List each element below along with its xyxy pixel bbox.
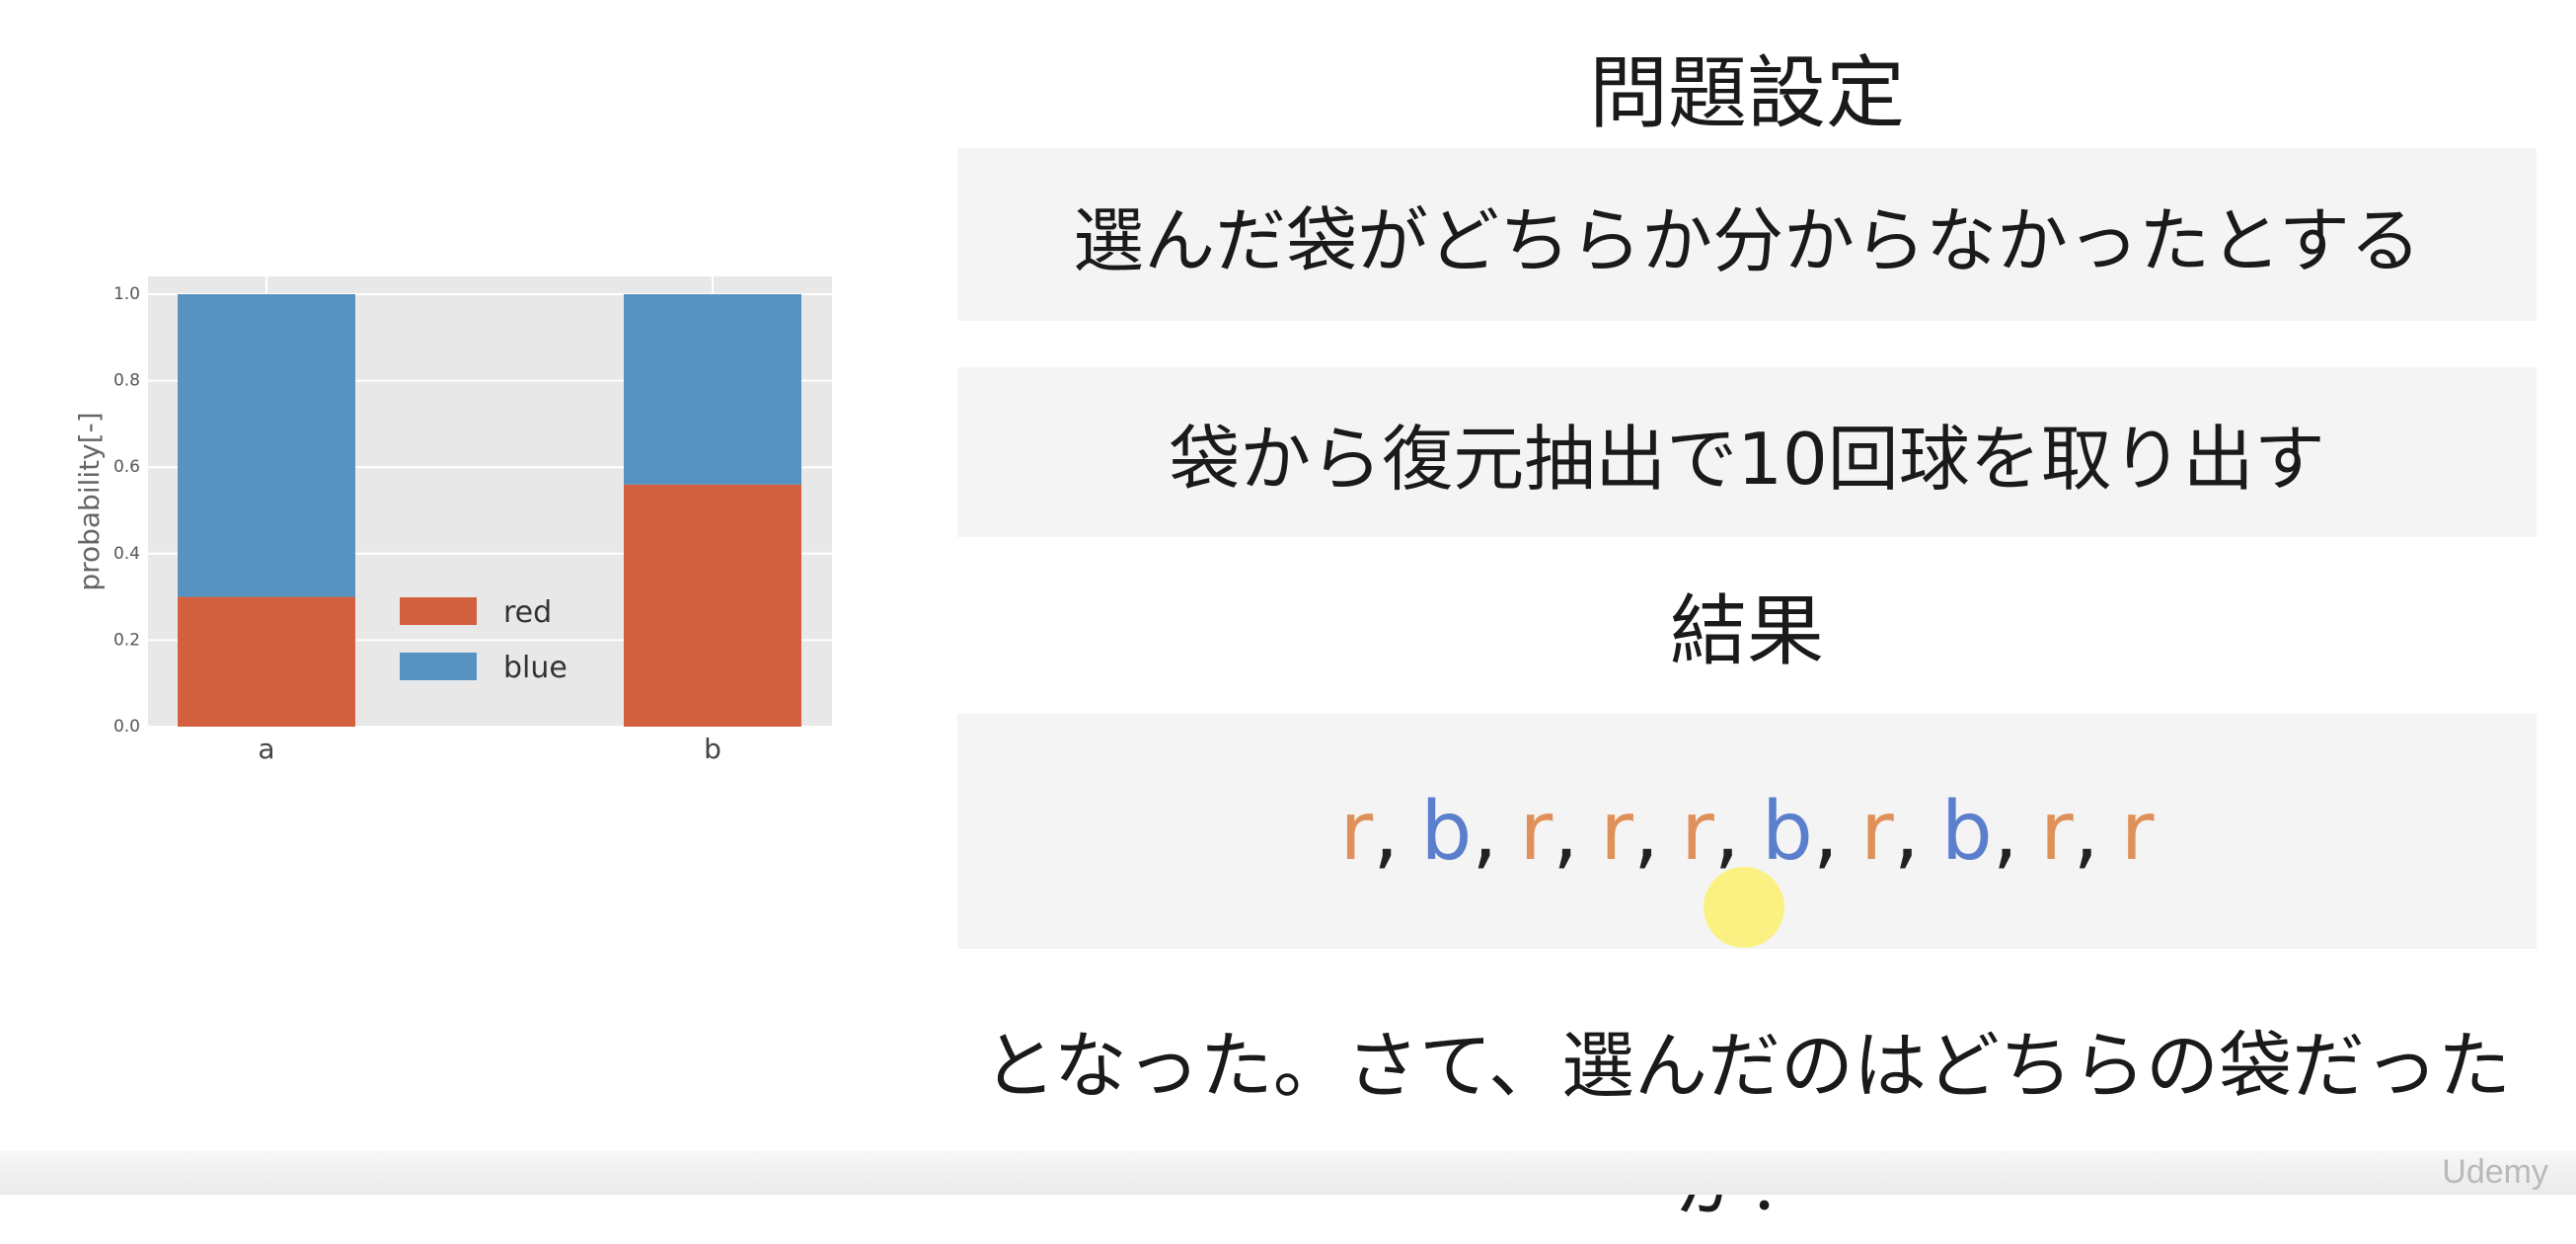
draw-token: r: [1519, 784, 1553, 879]
x-tick-label: b: [704, 733, 721, 765]
udemy-watermark: Udemy: [2442, 1153, 2548, 1191]
legend-swatch-red: [400, 597, 477, 625]
statement-band-1: 選んだ袋がどちらか分からなかったとする: [957, 148, 2537, 321]
draw-sequence: r,b,r,r,r,b,r,b,r,r: [1340, 785, 2155, 879]
question-text: となった。さて、選んだのはどちらの袋だったか？: [982, 1024, 2512, 1227]
y-axis-label: probability[-]: [73, 412, 106, 590]
cursor-highlight: [1704, 867, 1784, 948]
bar-red-b: [624, 484, 801, 727]
draw-token: r: [1860, 784, 1894, 879]
token-separator: ,: [1992, 784, 2018, 879]
chart-svg: 0.0 0.2 0.4 0.6 0.8 1.0 a b probability[-] red blu…: [73, 276, 832, 765]
video-footer-bar: [0, 1151, 2576, 1195]
draw-token: b: [1940, 784, 1993, 879]
draw-token: b: [1761, 784, 1813, 879]
y-tick-label: 0.4: [114, 544, 140, 564]
y-tick-label: 0.6: [114, 457, 140, 477]
slide-title: 問題設定: [1589, 47, 1905, 139]
legend-label-blue: blue: [503, 651, 568, 685]
token-separator: ,: [1713, 784, 1740, 879]
bar-blue-a: [178, 294, 355, 597]
draw-token: r: [2039, 784, 2074, 879]
draw-token: r: [2120, 784, 2155, 879]
bar-blue-b: [624, 294, 801, 485]
draw-token: r: [1339, 784, 1374, 879]
token-separator: ,: [1553, 784, 1579, 879]
legend-swatch-blue: [400, 653, 477, 680]
token-separator: ,: [1632, 784, 1660, 879]
token-separator: ,: [1893, 784, 1920, 879]
y-tick-label: 0.0: [114, 717, 140, 737]
legend-label-red: red: [503, 595, 552, 630]
draw-token: r: [1681, 784, 1714, 879]
token-separator: ,: [2073, 784, 2099, 879]
y-tick-label: 0.8: [114, 371, 140, 391]
stacked-bar-chart: 0.0 0.2 0.4 0.6 0.8 1.0 a b probability[-] red blu…: [0, 237, 888, 790]
y-tick-label: 0.2: [114, 630, 140, 650]
token-separator: ,: [1472, 784, 1498, 879]
statement-band-2: 袋から復元抽出で10回球を取り出す: [957, 367, 2537, 537]
draw-token: b: [1420, 784, 1473, 879]
y-tick-label: 1.0: [114, 284, 140, 304]
statement-2: 袋から復元抽出で10回球を取り出す: [1169, 417, 2325, 501]
slide: 0.0 0.2 0.4 0.6 0.8 1.0 a b probability[-] red blu…: [0, 0, 2576, 1227]
draw-token: r: [1600, 784, 1633, 879]
result-heading: 結果: [1669, 587, 1824, 676]
statement-1: 選んだ袋がどちらか分からなかったとする: [1073, 199, 2421, 282]
bar-red-a: [178, 596, 355, 727]
token-separator: ,: [1812, 784, 1839, 879]
token-separator: ,: [1373, 784, 1400, 879]
x-tick-label: a: [258, 733, 274, 765]
